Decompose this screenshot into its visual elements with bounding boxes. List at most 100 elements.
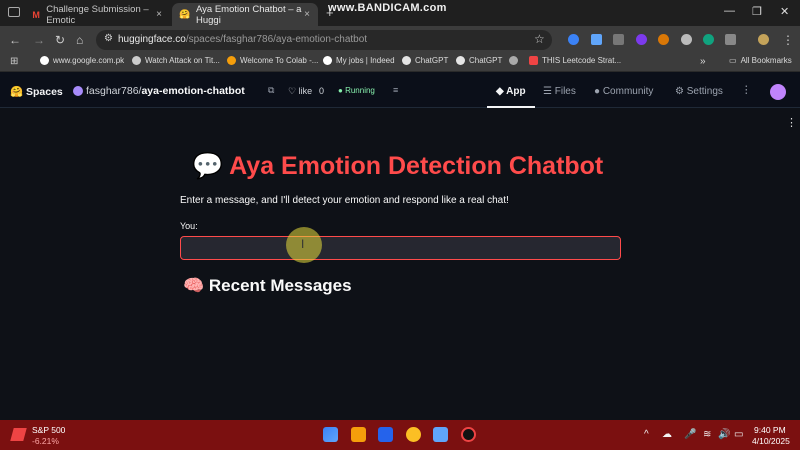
youtube-icon — [529, 56, 538, 65]
recent-messages-heading: 🧠 Recent Messages — [183, 276, 352, 295]
like-count: 0 — [319, 86, 325, 96]
browser-toolbar: ← → ↻ ⌂ ⚙ huggingface.co/spaces/fasghar7… — [0, 26, 800, 54]
bookmarks-bar: ⊞ www.google.com.pk Watch Attack on Tit.… — [0, 54, 800, 72]
address-bar[interactable]: ⚙ huggingface.co/spaces/fasghar786/aya-e… — [96, 30, 552, 50]
apps-grid-icon[interactable]: ⊞ — [10, 56, 18, 67]
spaces-link[interactable]: 🤗 Spaces — [10, 85, 63, 98]
folder-icon: ▭ — [729, 56, 737, 65]
like-button[interactable]: ♡ like — [288, 86, 312, 97]
copy-icon[interactable]: ⧉ — [268, 85, 274, 96]
space-menu-icon[interactable]: ≡ — [393, 85, 398, 95]
stock-change: -6.21% — [32, 436, 59, 446]
battery-icon[interactable]: ▭ — [734, 429, 743, 440]
url-text: huggingface.co/spaces/fasghar786/aya-emo… — [118, 34, 368, 45]
tab-files[interactable]: ☰ Files — [543, 86, 576, 97]
page-title: 💬 Aya Emotion Detection Chatbot — [192, 152, 604, 180]
download-extension-icon[interactable] — [591, 34, 602, 45]
windows-taskbar: S&P 500 -6.21% ^ ☁ 🎤 ≋ 🔊 ▭ 9:40 PM 4/10/… — [0, 420, 800, 450]
tab-aya-emotion-chatbot[interactable]: 🤗 Aya Emotion Chatbot – a Huggi × — [172, 3, 318, 26]
profile-avatar[interactable] — [758, 34, 769, 45]
brain-icon: 🧠 — [183, 276, 205, 295]
tab-app[interactable]: ◆ App — [496, 86, 526, 97]
stock-trend-icon — [10, 428, 27, 441]
owner-avatar — [73, 86, 83, 96]
bookmark-item[interactable]: ChatGPT — [456, 56, 502, 65]
site-info-icon[interactable]: ⚙ — [104, 33, 113, 44]
extension-icon[interactable] — [568, 34, 579, 45]
wifi-icon[interactable]: ≋ — [703, 429, 711, 440]
reload-icon[interactable]: ↻ — [55, 33, 65, 47]
windows-start-icon[interactable] — [323, 427, 338, 442]
forward-icon[interactable]: → — [33, 33, 45, 47]
tab-search-icon[interactable] — [8, 7, 20, 17]
bookmark-item[interactable]: Welcome To Colab -... — [227, 56, 318, 65]
vscode-icon[interactable] — [378, 427, 393, 442]
bookmark-item[interactable]: ChatGPT — [402, 56, 448, 65]
tray-overflow-icon[interactable]: ^ — [644, 429, 649, 440]
browser-tab-strip: M Challenge Submission – Emotic × 🤗 Aya … — [0, 0, 800, 26]
bookmark-favicon — [509, 56, 518, 65]
close-tab-icon[interactable]: × — [156, 9, 162, 20]
speech-bubble-icon: 💬 — [192, 152, 224, 180]
running-dot-icon: ● — [338, 86, 346, 95]
hugging-face-icon: 🤗 — [179, 9, 191, 19]
notepad-icon[interactable] — [433, 427, 448, 442]
clock-time[interactable]: 9:40 PM — [754, 425, 786, 435]
tab-label: Challenge Submission – Emotic — [46, 3, 149, 26]
chatgpt-extension-icon[interactable] — [703, 34, 714, 45]
google-icon — [40, 56, 49, 65]
tab-settings[interactable]: ⚙ Settings — [675, 86, 723, 97]
bookmark-item[interactable] — [509, 56, 522, 65]
back-icon[interactable]: ← — [9, 33, 21, 47]
close-tab-icon[interactable]: × — [304, 9, 310, 20]
restore-icon[interactable]: ❐ — [752, 5, 762, 18]
gear-icon: ⚙ — [675, 86, 687, 97]
browser-menu-icon[interactable]: ⋮ — [782, 33, 794, 47]
community-icon: ● — [594, 86, 603, 97]
app-icon: ◆ — [496, 86, 507, 97]
file-explorer-icon[interactable] — [351, 427, 366, 442]
user-avatar[interactable] — [770, 84, 786, 100]
colab-icon — [227, 56, 236, 65]
onedrive-icon[interactable]: ☁ — [662, 429, 672, 440]
streamlit-app: ⋮ 💬 Aya Emotion Detection Chatbot Enter … — [0, 108, 800, 420]
extension-icon[interactable] — [681, 34, 692, 45]
more-options-icon[interactable]: ⋮ — [741, 84, 752, 96]
volume-icon[interactable]: 🔊 — [718, 429, 730, 440]
close-window-icon[interactable]: ✕ — [780, 5, 789, 18]
bookmark-item[interactable]: Watch Attack on Tit... — [132, 56, 220, 65]
minimize-icon[interactable]: — — [724, 5, 735, 17]
extension-icon[interactable] — [613, 34, 624, 45]
chatgpt-icon — [402, 56, 411, 65]
bookmark-item[interactable]: THIS Leetcode Strat... — [529, 56, 621, 65]
chatgpt-icon — [456, 56, 465, 65]
message-input[interactable] — [180, 236, 621, 260]
app-description: Enter a message, and I'll detect your em… — [180, 195, 509, 206]
input-label: You: — [180, 221, 198, 231]
tab-community[interactable]: ● Community — [594, 86, 653, 97]
clock-date: 4/10/2025 — [752, 436, 790, 446]
bandicam-icon[interactable] — [461, 427, 476, 442]
extensions-puzzle-icon[interactable] — [725, 34, 736, 45]
bookmark-star-icon[interactable]: ☆ — [534, 32, 545, 46]
bookmark-item[interactable]: www.google.com.pk — [40, 56, 124, 65]
microphone-icon[interactable]: 🎤 — [684, 429, 696, 440]
space-path[interactable]: fasghar786/aya-emotion-chatbot — [86, 85, 245, 97]
bookmark-item[interactable]: My jobs | Indeed — [323, 56, 395, 65]
home-icon[interactable]: ⌂ — [76, 33, 83, 47]
bookmarks-overflow-button[interactable]: » — [700, 56, 706, 67]
gmail-icon: M — [32, 9, 40, 20]
app-menu-icon[interactable]: ⋮ — [786, 116, 797, 129]
tab-challenge-submission[interactable]: M Challenge Submission – Emotic × — [24, 3, 170, 26]
bookmark-favicon — [132, 56, 141, 65]
screen: M Challenge Submission – Emotic × 🤗 Aya … — [0, 0, 800, 450]
extension-icon[interactable] — [636, 34, 647, 45]
hugging-face-icon: 🤗 — [10, 86, 26, 98]
extension-icon[interactable] — [658, 34, 669, 45]
text-cursor-icon: I — [301, 237, 305, 251]
stock-name[interactable]: S&P 500 — [32, 425, 65, 435]
recorder-watermark: www.BANDICAM.com — [328, 2, 447, 14]
all-bookmarks-button[interactable]: ▭ All Bookmarks — [729, 56, 792, 65]
chrome-icon[interactable] — [406, 427, 421, 442]
files-icon: ☰ — [543, 86, 555, 97]
